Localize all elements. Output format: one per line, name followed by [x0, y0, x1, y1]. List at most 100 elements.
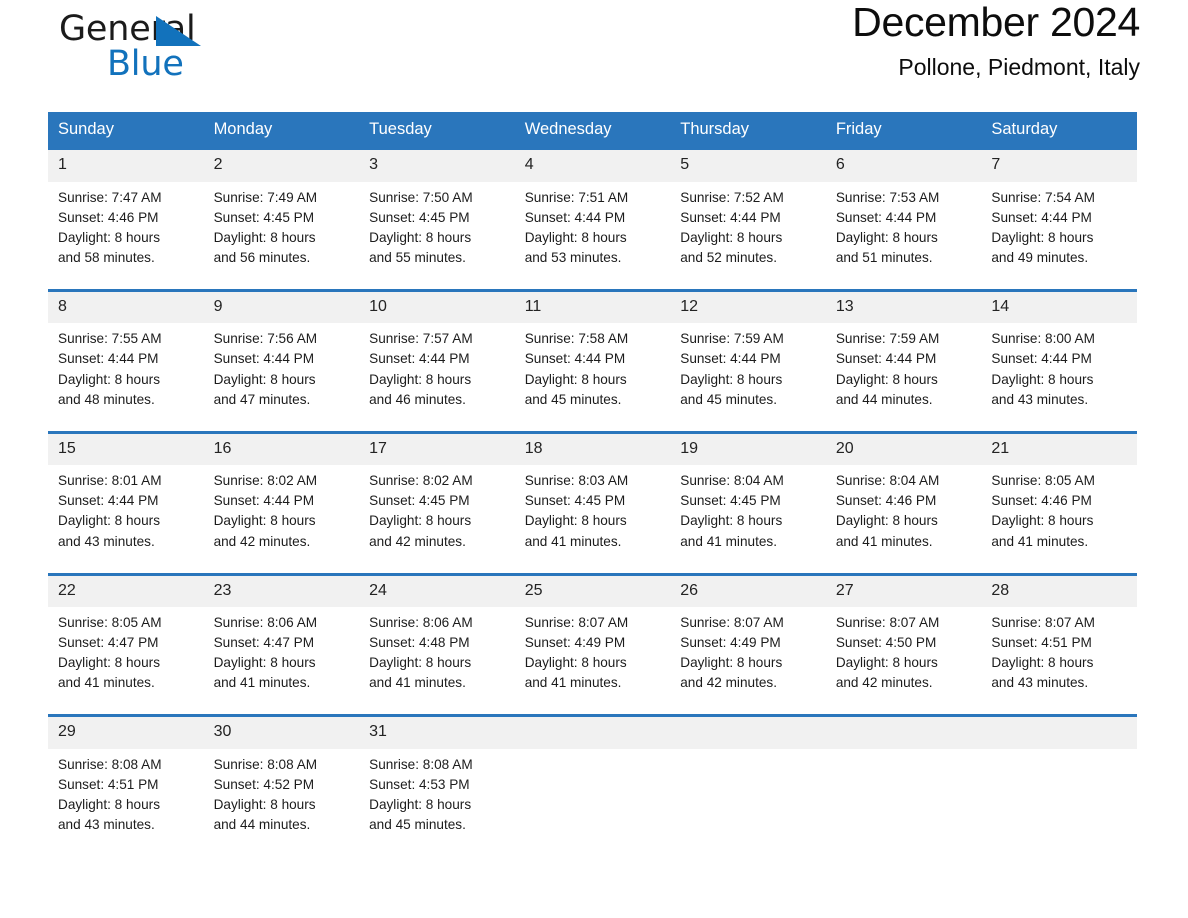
day-sunset: Sunset: 4:44 PM [524, 209, 626, 225]
day-daylight-line: and 46 minutes. [369, 391, 466, 407]
day-number[interactable]: 11 [514, 291, 671, 324]
day-sunrise: Sunrise: 8:07 AM [680, 615, 784, 631]
day-sunset: Sunset: 4:44 PM [58, 351, 159, 367]
day-sunset: Sunset: 4:44 PM [369, 351, 470, 367]
day-sunrise: Sunrise: 7:51 AM [524, 189, 629, 205]
day-number[interactable]: 7 [981, 150, 1137, 182]
day-number[interactable]: 13 [825, 291, 982, 324]
day-cell[interactable]: Sunrise: 7:57 AM Sunset: 4:44 PM Daylight:… [359, 323, 515, 414]
day-cell[interactable]: Sunrise: 7:52 AM Sunset: 4:44 PM Daylight:… [670, 181, 826, 272]
day-cell-empty [981, 748, 1137, 840]
day-cell[interactable]: Sunrise: 8:07 AM Sunset: 4:51 PM Daylight:… [981, 607, 1137, 698]
day-cell[interactable]: Sunrise: 8:05 AM Sunset: 4:47 PM Daylight:… [48, 607, 204, 698]
day-cell[interactable]: Sunrise: 7:55 AM Sunset: 4:44 PM Daylight:… [48, 323, 204, 414]
day-cell[interactable]: Sunrise: 8:04 AM Sunset: 4:46 PM Daylight:… [825, 465, 982, 556]
day-cell[interactable]: Sunrise: 8:00 AM Sunset: 4:44 PM Daylight:… [981, 323, 1137, 414]
day-number[interactable]: 16 [203, 433, 360, 466]
day-number[interactable]: 29 [48, 717, 204, 749]
day-cell[interactable]: Sunrise: 8:07 AM Sunset: 4:49 PM Daylight:… [514, 607, 671, 698]
day-number[interactable]: 17 [359, 433, 515, 466]
day-number[interactable]: 25 [514, 575, 671, 608]
day-daylight-line: and 45 minutes. [369, 817, 466, 833]
day-number[interactable]: 12 [670, 291, 826, 324]
day-cell[interactable]: Sunrise: 7:56 AM Sunset: 4:44 PM Daylight:… [203, 323, 360, 414]
day-number[interactable]: 19 [670, 433, 826, 466]
day-daylight-line: and 55 minutes. [369, 249, 466, 265]
day-sunset: Sunset: 4:44 PM [835, 351, 937, 367]
day-cell[interactable]: Sunrise: 7:59 AM Sunset: 4:44 PM Daylight:… [825, 323, 982, 414]
day-number[interactable]: 28 [981, 575, 1137, 608]
day-cell[interactable]: Sunrise: 8:03 AM Sunset: 4:45 PM Daylight:… [514, 465, 671, 556]
day-daylight-line: Daylight: 8 hours [991, 371, 1094, 387]
day-daylight-line: and 42 minutes. [369, 533, 466, 549]
day-number[interactable]: 26 [670, 575, 826, 608]
day-cell[interactable]: Sunrise: 8:02 AM Sunset: 4:44 PM Daylight:… [203, 465, 360, 556]
day-number[interactable]: 18 [514, 433, 671, 466]
day-number[interactable]: 20 [825, 433, 982, 466]
day-cell[interactable]: Sunrise: 8:01 AM Sunset: 4:44 PM Daylight:… [48, 465, 204, 556]
day-daylight-line: and 58 minutes. [58, 249, 155, 265]
day-daylight-line: and 43 minutes. [58, 817, 155, 833]
day-cell[interactable]: Sunrise: 7:51 AM Sunset: 4:44 PM Daylight:… [514, 181, 671, 272]
day-cell[interactable]: Sunrise: 8:04 AM Sunset: 4:45 PM Daylight:… [670, 465, 826, 556]
day-cell[interactable]: Sunrise: 8:06 AM Sunset: 4:47 PM Daylight:… [203, 607, 360, 698]
day-number[interactable]: 4 [514, 150, 671, 182]
calendar-table: Sunday Monday Tuesday Wednesday Thursday… [48, 112, 1137, 840]
day-sunset: Sunset: 4:53 PM [369, 776, 470, 792]
day-cell[interactable]: Sunrise: 8:08 AM Sunset: 4:52 PM Daylight:… [203, 748, 360, 840]
generalblue-logo[interactable]: General Blue [59, 12, 259, 94]
day-daylight-line: Daylight: 8 hours [369, 655, 472, 671]
day-sunrise: Sunrise: 7:54 AM [991, 189, 1095, 205]
day-sunset: Sunset: 4:50 PM [835, 635, 937, 651]
day-cell[interactable]: Sunrise: 7:54 AM Sunset: 4:44 PM Daylight:… [981, 181, 1137, 272]
day-cell[interactable]: Sunrise: 8:05 AM Sunset: 4:46 PM Daylight:… [981, 465, 1137, 556]
day-sunrise: Sunrise: 8:04 AM [680, 473, 784, 489]
day-number[interactable]: 3 [359, 150, 515, 182]
day-cell[interactable]: Sunrise: 8:08 AM Sunset: 4:51 PM Daylight:… [48, 748, 204, 840]
day-cell[interactable]: Sunrise: 8:06 AM Sunset: 4:48 PM Daylight:… [359, 607, 515, 698]
day-cell[interactable]: Sunrise: 8:08 AM Sunset: 4:53 PM Daylight:… [359, 748, 515, 840]
day-number[interactable]: 27 [825, 575, 982, 608]
day-cell[interactable]: Sunrise: 8:07 AM Sunset: 4:49 PM Daylight:… [670, 607, 826, 698]
day-daylight-line: and 49 minutes. [991, 249, 1089, 265]
day-number[interactable]: 6 [825, 150, 982, 182]
day-sunrise: Sunrise: 8:02 AM [369, 473, 473, 489]
day-number[interactable]: 14 [981, 291, 1137, 324]
day-sunset: Sunset: 4:45 PM [369, 493, 470, 509]
day-cell[interactable]: Sunrise: 7:59 AM Sunset: 4:44 PM Daylight:… [670, 323, 826, 414]
day-number[interactable]: 8 [48, 291, 204, 324]
day-daylight-line: Daylight: 8 hours [835, 513, 938, 529]
day-number[interactable]: 22 [48, 575, 204, 608]
day-sunrise: Sunrise: 7:59 AM [835, 331, 940, 347]
day-sunrise: Sunrise: 8:04 AM [835, 473, 940, 489]
location-subtitle: Pollone, Piedmont, Italy [898, 53, 1140, 80]
day-sunset: Sunset: 4:44 PM [524, 351, 626, 367]
day-number[interactable]: 30 [203, 717, 360, 749]
day-cell[interactable]: Sunrise: 7:53 AM Sunset: 4:44 PM Daylight:… [825, 181, 982, 272]
day-cell[interactable]: Sunrise: 8:07 AM Sunset: 4:50 PM Daylight:… [825, 607, 982, 698]
day-cell[interactable]: Sunrise: 7:50 AM Sunset: 4:45 PM Daylight:… [359, 181, 515, 272]
day-number[interactable]: 23 [203, 575, 360, 608]
day-number[interactable]: 15 [48, 433, 204, 466]
day-number[interactable]: 31 [359, 717, 515, 749]
day-cell[interactable]: Sunrise: 7:47 AM Sunset: 4:46 PM Daylight:… [48, 181, 204, 272]
day-sunset: Sunset: 4:51 PM [58, 776, 159, 792]
day-detail-row: Sunrise: 7:55 AM Sunset: 4:44 PM Daylight:… [48, 323, 1137, 414]
day-number[interactable]: 2 [203, 150, 360, 182]
day-cell[interactable]: Sunrise: 7:49 AM Sunset: 4:45 PM Daylight:… [203, 181, 360, 272]
day-number[interactable]: 24 [359, 575, 515, 608]
day-daylight-line: and 48 minutes. [58, 391, 155, 407]
day-daylight-line: Daylight: 8 hours [991, 513, 1094, 529]
day-sunset: Sunset: 4:45 PM [369, 209, 470, 225]
day-cell[interactable]: Sunrise: 8:02 AM Sunset: 4:45 PM Daylight:… [359, 465, 515, 556]
day-cell[interactable]: Sunrise: 7:58 AM Sunset: 4:44 PM Daylight:… [514, 323, 671, 414]
day-sunset: Sunset: 4:51 PM [991, 635, 1092, 651]
day-number[interactable]: 5 [670, 150, 826, 182]
day-sunset: Sunset: 4:44 PM [991, 209, 1092, 225]
day-number[interactable]: 21 [981, 433, 1137, 466]
week-gap [48, 271, 1137, 289]
day-number[interactable]: 1 [48, 150, 204, 182]
day-number[interactable]: 9 [203, 291, 360, 324]
day-number[interactable]: 10 [359, 291, 515, 324]
day-daylight-line: and 43 minutes. [58, 533, 155, 549]
